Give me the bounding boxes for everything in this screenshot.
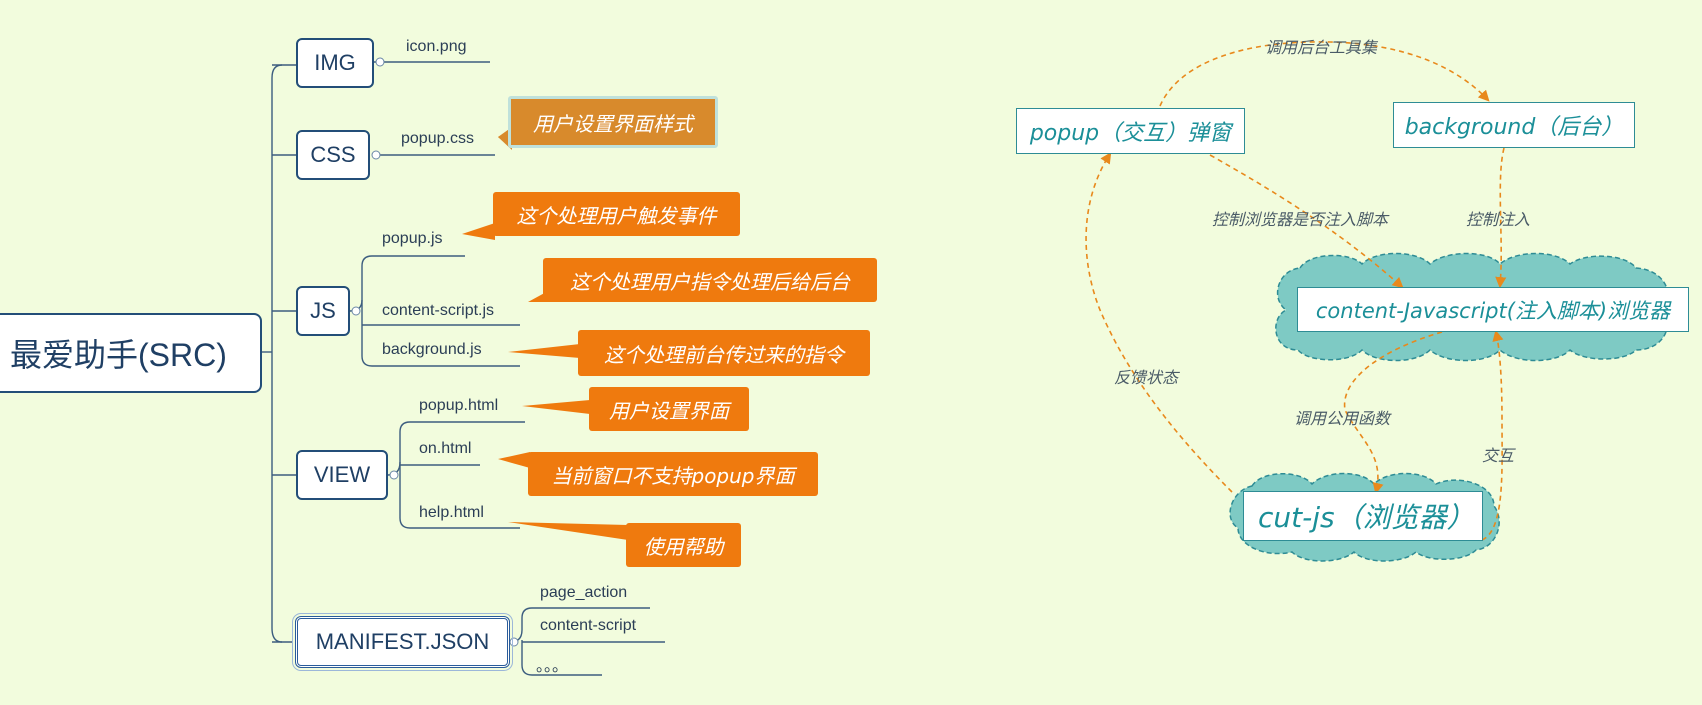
note-help-html: 使用帮助 [626,523,741,567]
node-content-javascript[interactable]: content-Javascript(注入脚本)浏览器 [1297,287,1689,332]
category-manifest[interactable]: MANIFEST.JSON [292,613,513,671]
leaf-icon-png: icon.png [406,38,467,55]
category-js[interactable]: JS [296,286,350,336]
edge-label-feedback: 反馈状态 [1114,368,1179,387]
note-on-html: 当前窗口不支持popup界面 [528,452,818,496]
leaf-ellipsis: 。。。 [536,658,569,675]
leaf-background-js: background.js [382,341,482,358]
category-img[interactable]: IMG [296,38,374,88]
leaf-content-script-js: content-script.js [382,302,495,319]
leaf-content-script: content-script [540,617,637,634]
leaf-page-action: page_action [540,584,628,601]
category-css[interactable]: CSS [296,130,370,180]
leaf-popup-html: popup.html [419,397,499,414]
node-cut-js[interactable]: cut-js（浏览器） [1243,491,1483,541]
edge-label-interact: 交互 [1482,446,1515,465]
category-view[interactable]: VIEW [296,450,388,500]
node-popup[interactable]: popup（交互）弹窗 [1016,108,1245,154]
edge-label-control-inject: 控制浏览器是否注入脚本 [1212,210,1389,229]
leaf-popup-css: popup.css [401,130,474,147]
root-node[interactable]: 最爱助手(SRC) [0,313,262,393]
note-popup-js: 这个处理用户触发事件 [493,192,740,236]
edge-label-inject: 控制注入 [1466,210,1531,229]
node-background[interactable]: background（后台） [1393,102,1635,148]
note-content-script-js: 这个处理用户指令处理后给后台 [543,258,877,302]
note-background-js: 这个处理前台传过来的指令 [578,330,870,376]
leaf-popup-js: popup.js [382,230,443,247]
edge-label-public-functions: 调用公用函数 [1294,409,1391,428]
note-popup-html: 用户设置界面 [589,387,749,431]
note-css-style: 用户设置界面样式 [508,96,718,148]
leaf-on-html: on.html [419,440,472,457]
edge-label-call-background: 调用后台工具集 [1265,38,1378,57]
leaf-help-html: help.html [419,504,484,521]
